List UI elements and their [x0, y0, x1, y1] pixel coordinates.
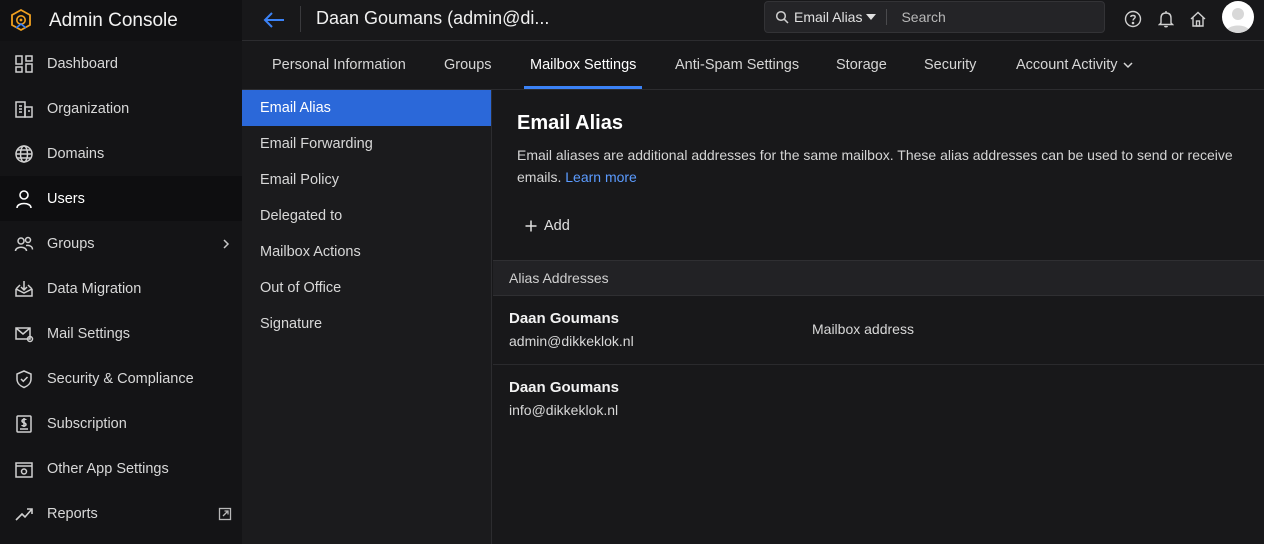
main-content: Email Alias Email aliases are additional… [493, 90, 1264, 544]
chevron-right-icon [220, 238, 232, 250]
caret-down-icon [866, 13, 877, 21]
search-input[interactable] [901, 9, 1092, 25]
sidebar-item-users[interactable]: Users [0, 176, 242, 221]
sidebar: Admin Console Dashboard Organization Dom… [0, 0, 242, 544]
sidebar-item-label: Domains [47, 145, 105, 162]
sidebar-item-subscription[interactable]: Subscription [0, 401, 242, 446]
tab-personal-information[interactable]: Personal Information [272, 41, 406, 89]
tab-storage[interactable]: Storage [836, 41, 887, 89]
subnav-item-email-policy[interactable]: Email Policy [242, 162, 491, 198]
back-arrow-icon[interactable] [262, 8, 286, 32]
sidebar-item-label: Other App Settings [47, 460, 169, 477]
chevron-down-icon [1122, 59, 1134, 71]
sidebar-item-mail-settings[interactable]: Mail Settings [0, 311, 242, 356]
plus-icon [525, 220, 537, 232]
tab-mailbox-settings[interactable]: Mailbox Settings [523, 41, 643, 89]
search-scope-label: Email Alias [794, 9, 863, 25]
subscription-icon [13, 413, 35, 435]
sidebar-item-label: Users [47, 190, 85, 207]
sidebar-item-reports[interactable]: Reports [0, 491, 242, 536]
sidebar-item-domains[interactable]: Domains [0, 131, 242, 176]
brand: Admin Console [0, 0, 242, 41]
app-title: Admin Console [49, 9, 178, 31]
shield-icon [13, 368, 35, 390]
sidebar-item-security-compliance[interactable]: Security & Compliance [0, 356, 242, 401]
tab-security[interactable]: Security [924, 41, 976, 89]
search-icon [775, 10, 789, 24]
dashboard-icon [13, 53, 35, 75]
groups-icon [13, 233, 35, 255]
tab-anti-spam-settings[interactable]: Anti-Spam Settings [675, 41, 799, 89]
alias-email: info@dikkeklok.nl [509, 402, 619, 418]
mailbox-settings-subnav: Email Alias Email Forwarding Email Polic… [242, 90, 492, 544]
home-icon[interactable] [1188, 9, 1208, 29]
sidebar-item-label: Reports [47, 505, 98, 522]
subnav-item-mailbox-actions[interactable]: Mailbox Actions [242, 234, 491, 270]
subnav-item-delegated-to[interactable]: Delegated to [242, 198, 491, 234]
data-migration-icon [13, 278, 35, 300]
alias-name: Daan Goumans [509, 379, 620, 396]
tab-groups[interactable]: Groups [444, 41, 492, 89]
subnav-item-email-forwarding[interactable]: Email Forwarding [242, 126, 491, 162]
search-divider [886, 9, 888, 25]
app-settings-icon [13, 458, 35, 480]
mailbox-address-label: Mailbox address [812, 321, 914, 337]
add-alias-button[interactable]: Add [525, 218, 570, 234]
header-divider [300, 6, 301, 32]
alias-email: admin@dikkeklok.nl [509, 333, 634, 349]
search-scope-dropdown[interactable]: Email Alias [794, 9, 877, 25]
sidebar-item-label: Mail Settings [47, 325, 131, 342]
organization-icon [13, 98, 35, 120]
top-header: Daan Goumans (admin@di... Email Alias [242, 0, 1264, 41]
admin-console-logo-icon [8, 8, 34, 34]
table-row: Daan Goumans info@dikkeklok.nl [493, 365, 1264, 434]
subnav-item-signature[interactable]: Signature [242, 306, 491, 342]
sidebar-item-label: Security & Compliance [47, 370, 194, 387]
alias-name: Daan Goumans [509, 310, 620, 327]
globe-icon [13, 143, 35, 165]
search-box[interactable]: Email Alias [764, 1, 1105, 33]
sidebar-item-dashboard[interactable]: Dashboard [0, 41, 242, 86]
tab-bar: Personal Information Groups Mailbox Sett… [242, 41, 1264, 90]
help-icon[interactable] [1123, 9, 1143, 29]
user-icon [13, 188, 35, 210]
sidebar-item-data-migration[interactable]: Data Migration [0, 266, 242, 311]
sidebar-item-label: Data Migration [47, 280, 142, 297]
table-row: Daan Goumans admin@dikkeklok.nl Mailbox … [493, 296, 1264, 365]
add-button-label: Add [544, 218, 570, 234]
sidebar-item-label: Dashboard [47, 55, 118, 72]
external-link-icon[interactable] [218, 507, 232, 521]
bell-icon[interactable] [1156, 9, 1176, 29]
sidebar-item-organization[interactable]: Organization [0, 86, 242, 131]
avatar[interactable] [1222, 1, 1254, 33]
mail-settings-icon [13, 323, 35, 345]
subnav-item-out-of-office[interactable]: Out of Office [242, 270, 491, 306]
reports-icon [13, 503, 35, 525]
sidebar-item-label: Subscription [47, 415, 127, 432]
learn-more-link[interactable]: Learn more [565, 169, 637, 185]
user-title: Daan Goumans (admin@di... [316, 8, 550, 28]
page-description: Email aliases are additional addresses f… [517, 144, 1257, 188]
tab-account-activity[interactable]: Account Activity [1016, 41, 1134, 89]
page-title: Email Alias [517, 112, 623, 134]
subnav-item-email-alias[interactable]: Email Alias [242, 90, 491, 126]
sidebar-item-other-app-settings[interactable]: Other App Settings [0, 446, 242, 491]
sidebar-item-label: Groups [47, 235, 95, 252]
sidebar-item-label: Organization [47, 100, 130, 117]
alias-table-header: Alias Addresses [493, 260, 1264, 296]
tab-account-activity-label: Account Activity [1016, 57, 1118, 73]
sidebar-item-groups[interactable]: Groups [0, 221, 242, 266]
